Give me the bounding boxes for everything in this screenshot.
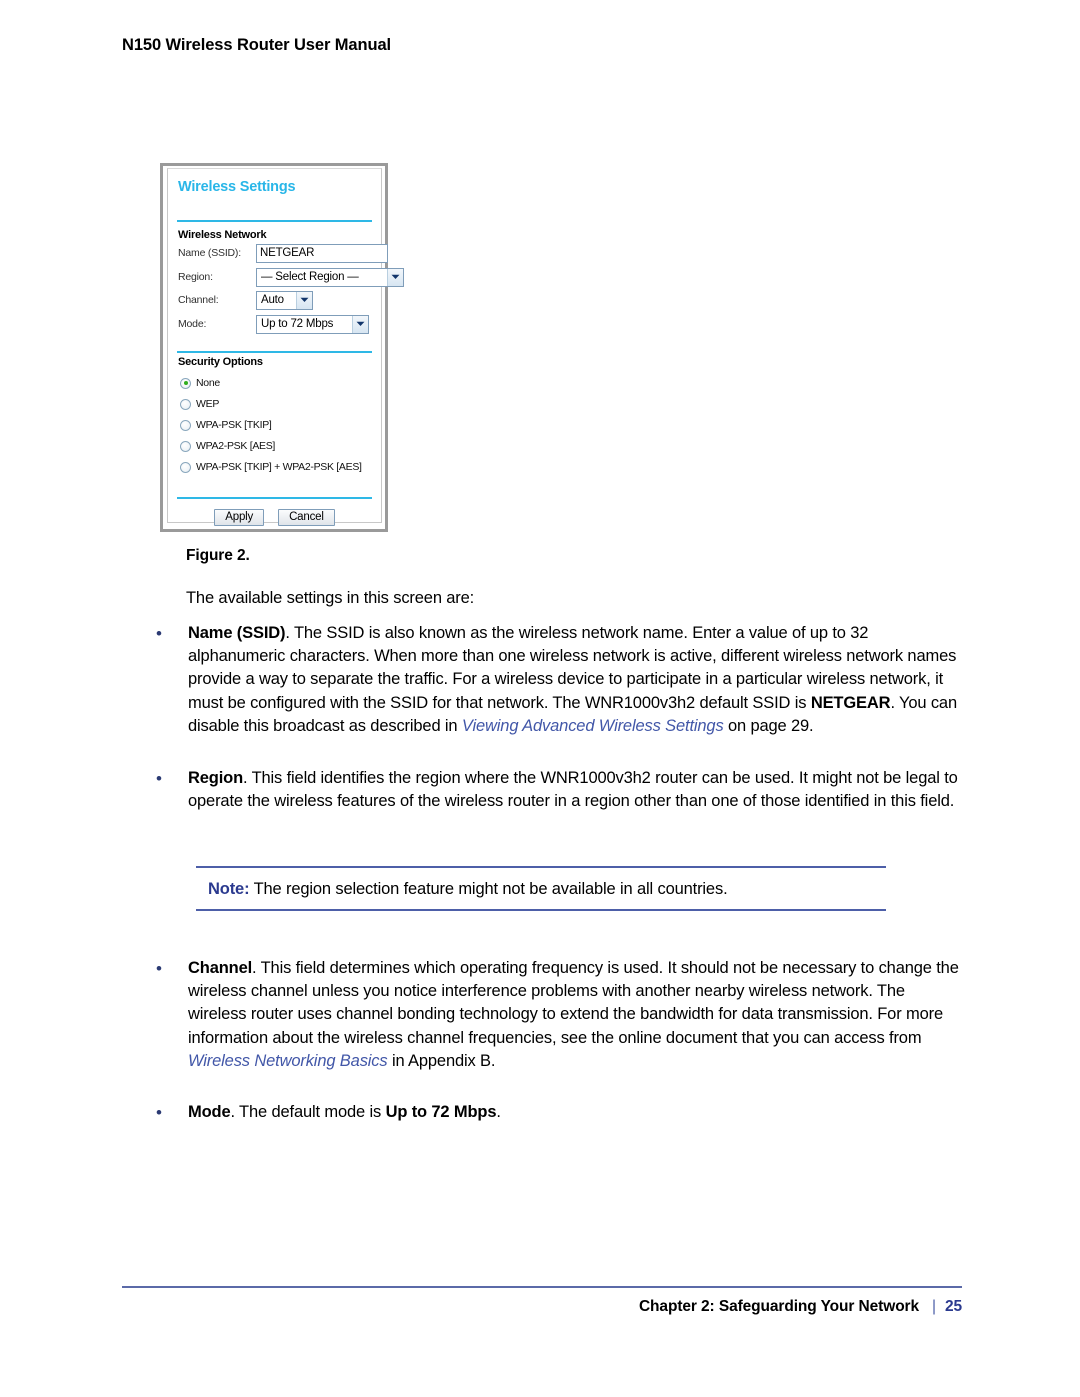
field-row-mode: Mode: Up to 72 Mbps xyxy=(178,314,369,334)
bullet-channel: • Channel. This field determines which o… xyxy=(152,957,964,1073)
channel-label: Channel: xyxy=(178,294,219,306)
mode-label: Mode: xyxy=(178,318,207,330)
bullet-name-ssid: • Name (SSID). The SSID is also known as… xyxy=(152,622,964,738)
footer-chapter: Chapter 2: Safeguarding Your Network xyxy=(638,1298,920,1315)
note-body: Note: The region selection feature might… xyxy=(196,868,886,909)
chevron-down-icon xyxy=(296,291,312,309)
security-option-label: WPA-PSK [TKIP] + WPA2-PSK [AES] xyxy=(196,461,362,473)
wireless-settings-title: Wireless Settings xyxy=(178,179,296,195)
footer: Chapter 2: Safeguarding Your Network | 2… xyxy=(639,1298,962,1316)
security-option-label: WPA-PSK [TKIP] xyxy=(196,419,272,431)
security-option-label: WPA2-PSK [AES] xyxy=(196,440,276,452)
region-label: Region: xyxy=(178,271,213,283)
divider-top xyxy=(177,220,372,222)
divider-middle xyxy=(177,351,372,353)
router-admin-panel: Wireless Settings Wireless Network Name … xyxy=(167,168,404,526)
chevron-down-icon xyxy=(387,268,403,286)
region-select[interactable]: — Select Region — xyxy=(256,267,404,287)
figure-caption: Figure 2. xyxy=(186,547,250,564)
security-option-wep[interactable]: WEP xyxy=(180,396,219,412)
security-option-label: None xyxy=(196,377,220,389)
router-form-actions: Apply Cancel xyxy=(168,509,381,526)
radio-icon xyxy=(180,461,191,473)
security-option-label: WEP xyxy=(196,398,220,410)
bullet-text-mode: Mode. The default mode is Up to 72 Mbps. xyxy=(188,1103,501,1121)
security-option-wpa2-psk-aes[interactable]: WPA2-PSK [AES] xyxy=(180,438,275,454)
divider-bottom xyxy=(177,497,372,499)
note-label: Note: xyxy=(208,880,250,898)
radio-icon-selected xyxy=(180,377,191,389)
cross-reference-link[interactable]: Wireless Networking Basics xyxy=(188,1052,388,1070)
running-header-title: N150 Wireless Router User Manual xyxy=(122,36,392,54)
footer-separator: | xyxy=(932,1298,936,1315)
apply-button[interactable]: Apply xyxy=(214,509,265,526)
bullet-marker-icon: • xyxy=(156,959,162,978)
security-options-section-label: Security Options xyxy=(178,356,263,368)
note-box: Note: The region selection feature might… xyxy=(196,866,886,911)
security-option-wpa-psk-tkip-plus-wpa2-psk-aes[interactable]: WPA-PSK [TKIP] + WPA2-PSK [AES] xyxy=(180,459,362,475)
mode-select-value: Up to 72 Mbps xyxy=(261,318,334,330)
security-option-wpa-psk-tkip[interactable]: WPA-PSK [TKIP] xyxy=(180,417,272,433)
bullet-marker-icon: • xyxy=(156,1103,162,1122)
radio-icon xyxy=(180,419,191,431)
note-rule-bottom xyxy=(196,909,886,911)
footer-divider xyxy=(122,1286,962,1288)
field-row-channel: Channel: Auto xyxy=(178,290,313,310)
router-admin-screenshot: Wireless Settings Wireless Network Name … xyxy=(160,163,404,532)
security-option-none[interactable]: None xyxy=(180,375,220,391)
field-row-ssid: Name (SSID): NETGEAR xyxy=(178,243,388,263)
ssid-label: Name (SSID): xyxy=(178,247,241,259)
bullet-text-region: Region. This field identifies the region… xyxy=(188,769,958,811)
channel-select[interactable]: Auto xyxy=(256,290,313,310)
bullet-region: • Region. This field identifies the regi… xyxy=(152,767,964,813)
bullet-text-channel: Channel. This field determines which ope… xyxy=(188,959,959,1070)
note-text: The region selection feature might not b… xyxy=(253,880,728,898)
bullet-marker-icon: • xyxy=(156,769,162,788)
cancel-button[interactable]: Cancel xyxy=(278,509,335,526)
bullet-marker-icon: • xyxy=(156,624,162,643)
bullet-text-name-ssid: Name (SSID). The SSID is also known as t… xyxy=(188,624,957,735)
intro-paragraph: The available settings in this screen ar… xyxy=(186,589,475,607)
channel-select-value: Auto xyxy=(261,294,284,306)
field-row-region: Region: — Select Region — xyxy=(178,267,404,287)
bullet-mode: • Mode. The default mode is Up to 72 Mbp… xyxy=(152,1101,964,1124)
radio-icon xyxy=(180,440,191,452)
cross-reference-link[interactable]: Viewing Advanced Wireless Settings xyxy=(462,717,724,735)
footer-page-number: 25 xyxy=(944,1298,962,1315)
chevron-down-icon xyxy=(352,315,368,333)
region-select-value: — Select Region — xyxy=(261,271,359,283)
radio-icon xyxy=(180,398,191,410)
wireless-network-section-label: Wireless Network xyxy=(178,229,267,241)
ssid-input[interactable]: NETGEAR xyxy=(256,243,388,263)
mode-select[interactable]: Up to 72 Mbps xyxy=(256,314,369,334)
